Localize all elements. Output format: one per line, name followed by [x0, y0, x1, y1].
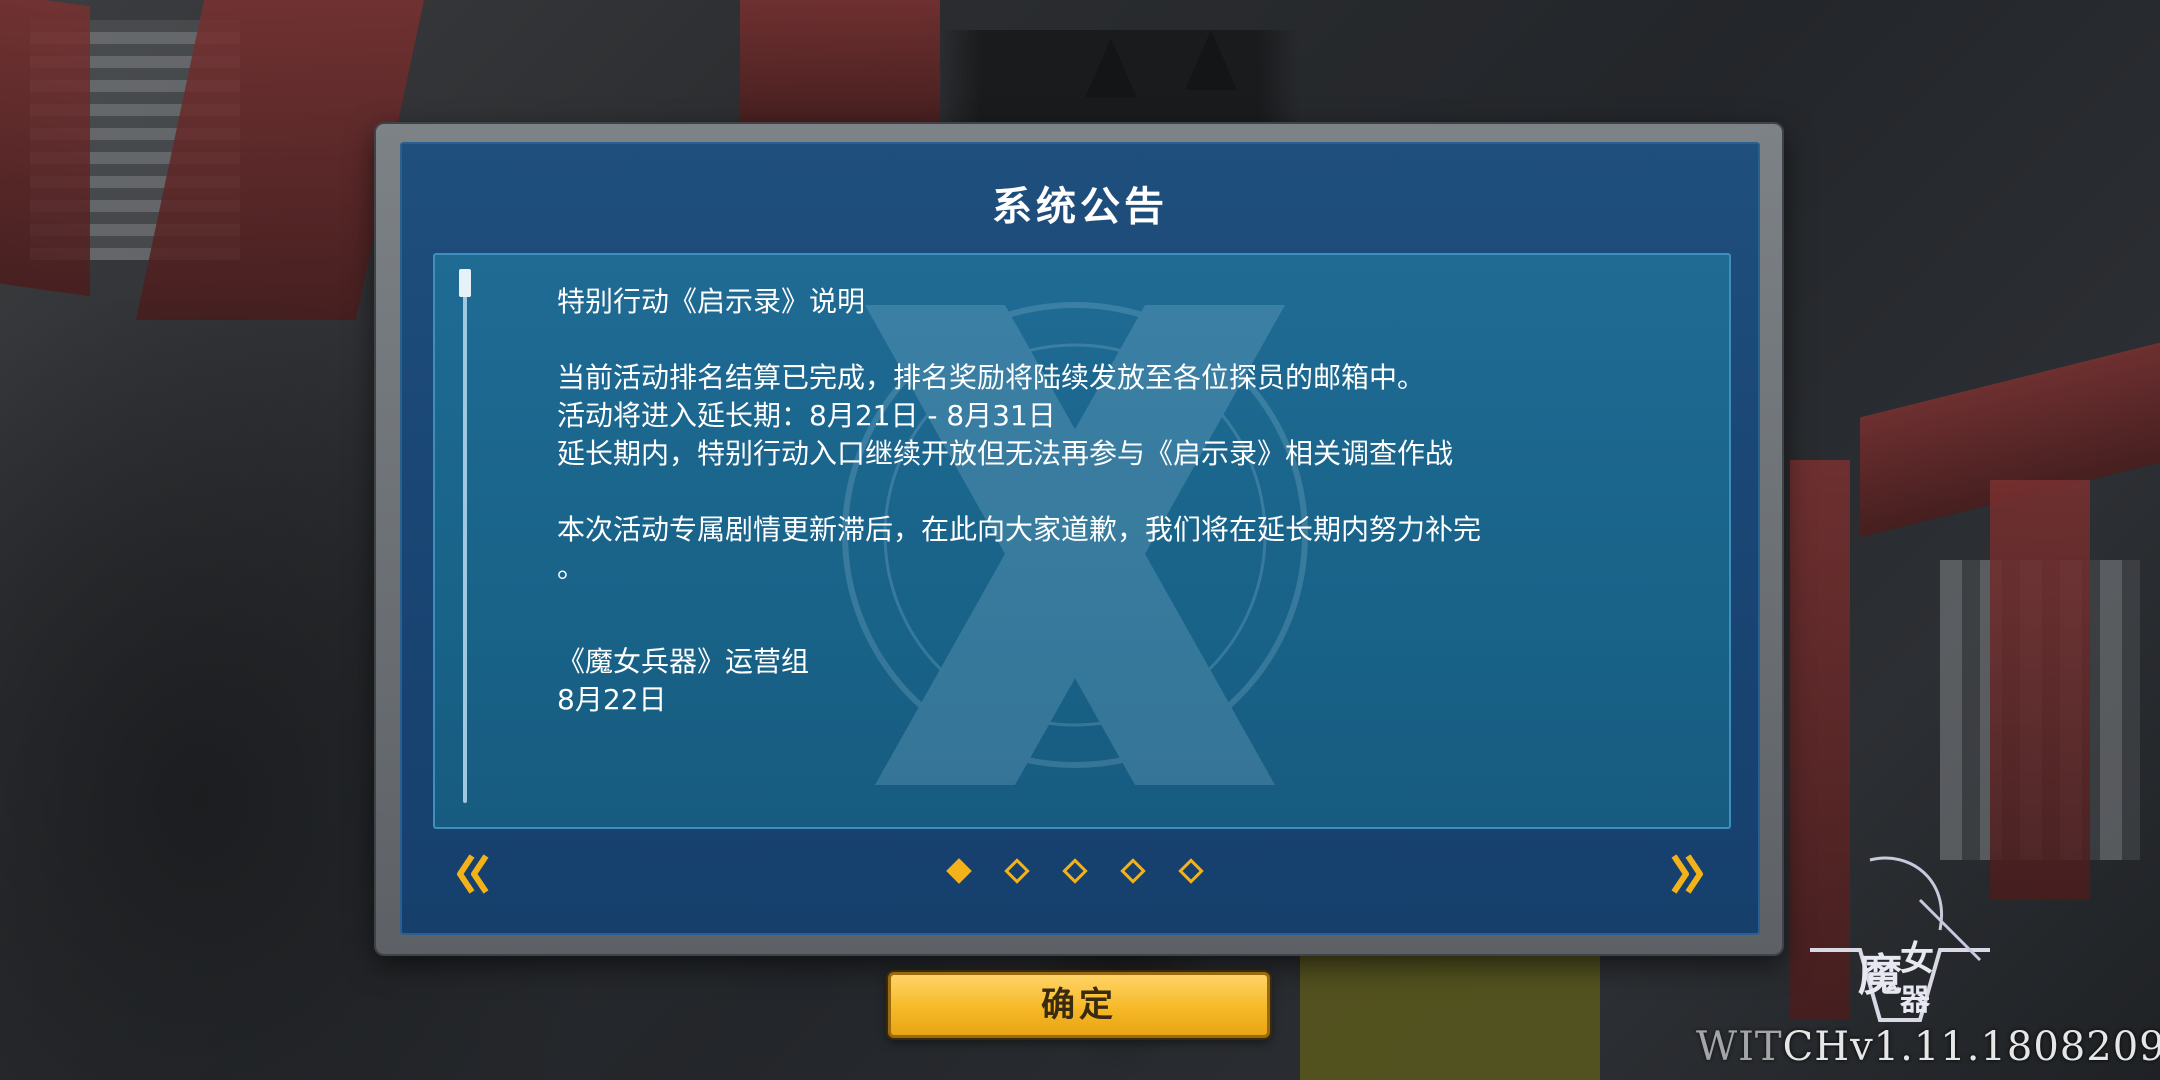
svg-text:器: 器 [1899, 983, 1931, 1018]
confirm-button[interactable]: 确定 [888, 972, 1270, 1038]
double-chevron-left-icon[interactable] [456, 852, 492, 896]
announcement-line: 延长期内，特别行动入口继续开放但无法再参与《启示录》相关调查作战 [557, 437, 1454, 470]
svg-text:女: 女 [1900, 939, 1934, 979]
announcement-line: 本次活动专属剧情更新滞后，在此向大家道歉，我们将在延长期内努力补完 [557, 513, 1482, 546]
announcement-line: 活动将进入延长期：8月21日 - 8月31日 [557, 399, 1056, 432]
announcement-date: 8月22日 [557, 683, 667, 716]
scrollbar-track[interactable] [463, 273, 467, 803]
announcement-heading: 特别行动《启示录》说明 [557, 285, 866, 318]
svg-text:魔: 魔 [1858, 950, 1902, 1001]
announcement-line: 当前活动排名结算已完成，排名奖励将陆续发放至各位探员的邮箱中。 [557, 361, 1426, 394]
announcement-line: 。 [557, 551, 586, 584]
double-chevron-right-icon[interactable] [1668, 852, 1704, 896]
scrollbar-thumb[interactable] [459, 269, 471, 297]
announcement-signature: 《魔女兵器》运营组 [557, 645, 810, 678]
announcement-text: 特别行动《启示录》说明 当前活动排名结算已完成，排名奖励将陆续发放至各位探员的邮… [557, 283, 1657, 757]
version-number: CHv1.11.18082091 [1782, 1024, 2160, 1070]
version-text: WITCHv1.11.18082091 [1696, 1024, 2160, 1070]
announcement-content-panel[interactable]: 特别行动《启示录》说明 当前活动排名结算已完成，排名奖励将陆续发放至各位探员的邮… [433, 253, 1731, 829]
logo-latin-text: WIT [1696, 1024, 1783, 1070]
dialog-title: 系统公告 [992, 184, 1168, 230]
game-logo: 魔 女 器 [1810, 856, 1990, 1022]
